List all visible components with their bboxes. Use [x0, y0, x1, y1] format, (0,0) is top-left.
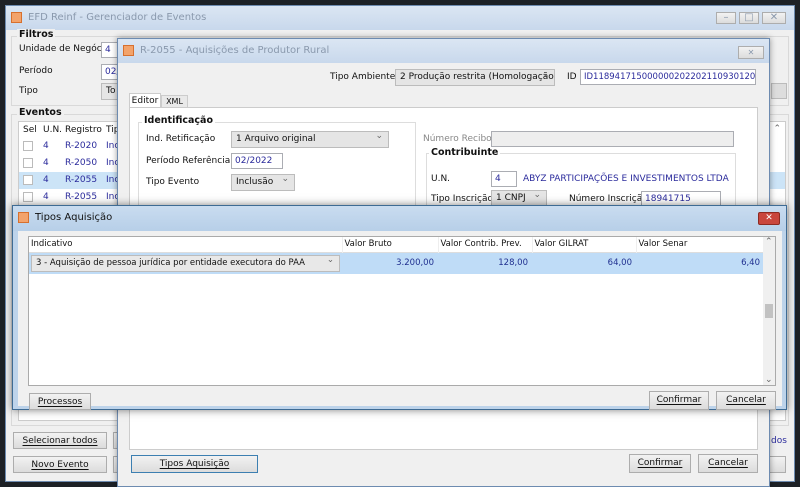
valor-bruto-cell[interactable]: 3.200,00 — [342, 252, 438, 274]
checkbox[interactable] — [23, 189, 43, 206]
registro-cell: R-2055 — [65, 175, 98, 185]
tipos-grid: Indicativo Valor Bruto Valor Contrib. Pr… — [28, 236, 776, 386]
tipo-evento-select[interactable]: Inclusão — [231, 174, 295, 191]
col-valor-bruto: Valor Bruto — [342, 237, 439, 252]
numero-recibo-label: Número Recibo — [423, 134, 492, 144]
valor-senar-cell[interactable]: 6,40 — [636, 252, 764, 274]
col-sel: Sel — [23, 125, 37, 135]
table-row[interactable]: 3 - Aquisição de pessoa jurídica por ent… — [29, 252, 764, 274]
col-valor-contrib: Valor Contrib. Prev. — [438, 237, 533, 252]
scroll-thumb[interactable] — [765, 304, 773, 318]
un-cell: 4 — [43, 192, 49, 202]
app-icon — [11, 12, 22, 23]
col-indicativo: Indicativo — [29, 237, 343, 252]
periodo-ref-input[interactable]: 02/2022 — [231, 153, 283, 169]
processos-button[interactable]: Processos — [29, 393, 91, 410]
registro-cell: R-2050 — [65, 158, 98, 168]
tipos-title: Tipos Aquisição — [35, 212, 113, 223]
confirm-button[interactable]: Confirmar — [629, 454, 691, 473]
ind-ret-label: Ind. Retificação — [146, 134, 216, 144]
close-button[interactable]: ✕ — [762, 12, 786, 24]
col-valor-gilrat: Valor GILRAT — [532, 237, 637, 252]
tipos-body: Indicativo Valor Bruto Valor Contrib. Pr… — [18, 231, 782, 410]
tipos-dialog: Tipos Aquisição ✕ Indicativo Valor Bruto… — [12, 205, 787, 410]
cancel-button[interactable]: Cancelar — [716, 391, 776, 410]
r2055-title: R-2055 - Aquisições de Produtor Rural — [140, 45, 330, 56]
tipo-ambiente-select[interactable]: 2 Produção restrita (Homologação) — [395, 69, 555, 86]
contribuinte-title: Contribuinte — [429, 147, 501, 158]
r2055-title-bar: R-2055 - Aquisições de Produtor Rural ✕ — [118, 39, 769, 63]
periodo-ref-label: Período Referência — [146, 156, 231, 166]
app-icon — [123, 45, 134, 56]
id-label: ID — [567, 72, 577, 82]
close-button[interactable]: ✕ — [758, 212, 780, 225]
un-cell: 4 — [43, 158, 49, 168]
main-title: EFD Reinf - Gerenciador de Eventos — [28, 12, 207, 23]
un-input[interactable]: 4 — [491, 171, 517, 187]
tipo-insc-label: Tipo Inscrição — [431, 194, 493, 204]
confirm-button[interactable]: Confirmar — [649, 391, 709, 410]
select-all-button[interactable]: Selecionar todos — [13, 432, 107, 449]
id-input[interactable]: ID1189417150000002022021109301200004 — [580, 69, 756, 85]
checkbox[interactable] — [23, 155, 43, 172]
main-title-bar: EFD Reinf - Gerenciador de Eventos – □ ✕ — [6, 6, 794, 30]
identificacao-title: Identificação — [142, 115, 215, 126]
close-button[interactable]: ✕ — [738, 46, 764, 59]
col-valor-senar: Valor Senar — [638, 239, 688, 250]
un-cell: 4 — [43, 141, 49, 151]
checkbox[interactable] — [23, 138, 43, 155]
num-insc-label: Número Inscrição — [569, 194, 648, 204]
maximize-button[interactable]: □ — [739, 12, 759, 24]
window-controls: – □ ✕ — [716, 12, 786, 24]
periodo-label: Período — [19, 66, 53, 76]
cancel-button[interactable]: Cancelar — [698, 454, 758, 473]
valor-gilrat-cell[interactable]: 64,00 — [532, 252, 636, 274]
filtros-title: Filtros — [17, 29, 56, 40]
registro-cell: R-2055 — [65, 192, 98, 202]
app-icon — [18, 212, 29, 223]
checkbox[interactable] — [23, 172, 43, 189]
tipo-ambiente-label: Tipo Ambiente — [330, 72, 396, 82]
tipo-evento-label: Tipo Evento — [146, 177, 200, 187]
tipos-header: Indicativo Valor Bruto Valor Contrib. Pr… — [29, 237, 764, 252]
filter-button-partial[interactable] — [771, 83, 787, 99]
tipos-title-bar: Tipos Aquisição ✕ — [13, 206, 786, 231]
scroll-down-icon[interactable]: ⌄ — [765, 375, 773, 385]
eventos-title: Eventos — [17, 107, 64, 118]
tab-editor[interactable]: Editor — [129, 93, 161, 108]
col-registro: Registro — [65, 125, 102, 135]
unidade-label: Unidade de Negócio — [19, 44, 110, 54]
tipos-aquisicao-button[interactable]: Tipos Aquisição — [131, 455, 258, 473]
partial-link[interactable]: dos — [771, 436, 787, 446]
scrollbar[interactable]: ⌃ ⌄ — [763, 237, 775, 385]
numero-recibo-input[interactable] — [491, 131, 734, 147]
scroll-up-icon[interactable]: ⌃ — [773, 124, 781, 134]
new-event-button[interactable]: Novo Evento — [13, 456, 107, 473]
scroll-up-icon[interactable]: ⌃ — [765, 237, 773, 247]
tipos-table: Indicativo Valor Bruto Valor Contrib. Pr… — [29, 237, 764, 274]
minimize-button[interactable]: – — [716, 12, 736, 24]
col-un: U.N. — [43, 125, 63, 135]
un-label: U.N. — [431, 174, 451, 184]
valor-contrib-cell[interactable]: 128,00 — [438, 252, 532, 274]
empresa-name: ABYZ PARTICIPAÇÕES E INVESTIMENTOS LTDA — [523, 174, 729, 184]
tipo-label: Tipo — [19, 86, 38, 96]
ind-ret-select[interactable]: 1 Arquivo original — [231, 131, 389, 148]
un-cell: 4 — [43, 175, 49, 185]
indicativo-select[interactable]: 3 - Aquisição de pessoa jurídica por ent… — [31, 254, 340, 272]
registro-cell: R-2020 — [65, 141, 98, 151]
